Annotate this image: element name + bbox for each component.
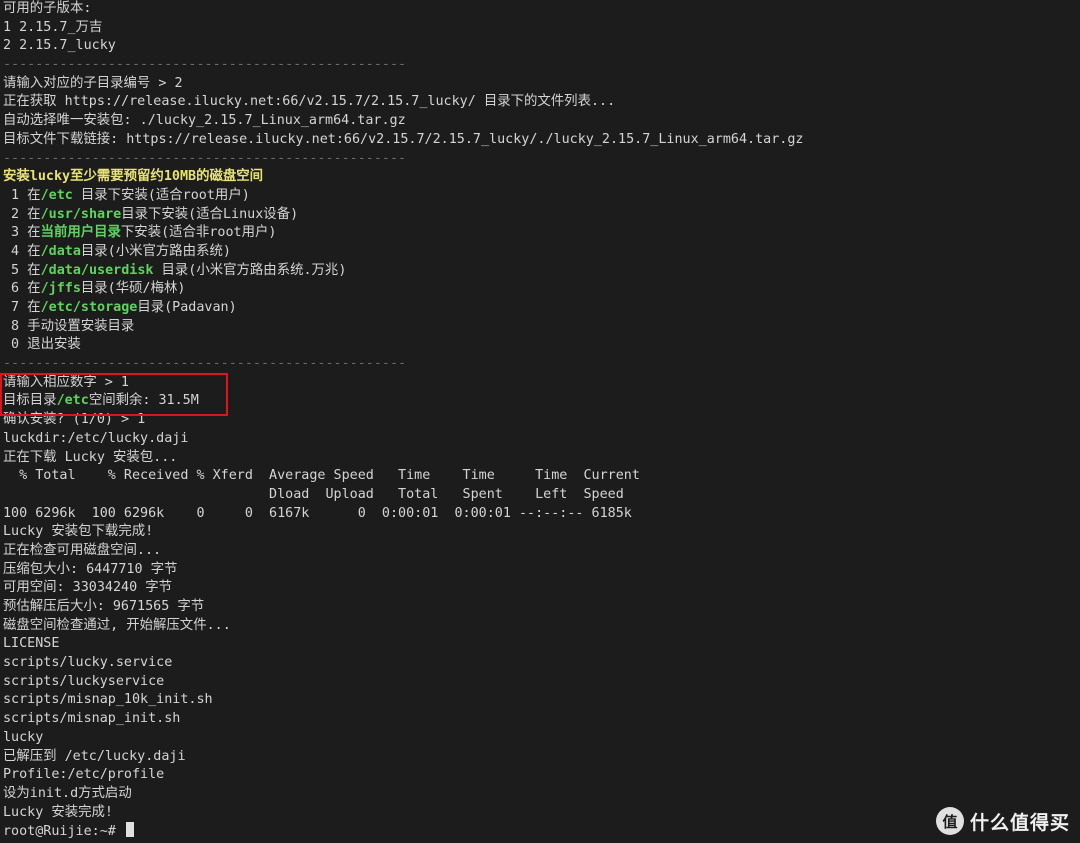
curl-progress-line: 100 6296k 100 6296k 0 0 6167k 0 0:00:01 …: [3, 505, 632, 521]
terminal-line: 设为init.d方式启动: [3, 785, 132, 801]
terminal-line: 确认安装? (1/0) > 1: [3, 412, 146, 428]
install-space-notice: 安装lucky至少需要预留约10MB的磁盘空间: [3, 169, 264, 185]
terminal-line: 2 2.15.7_lucky: [3, 38, 116, 54]
watermark: 值 什么值得买: [935, 807, 1070, 835]
terminal-line: 可用空间: 33034240 字节: [3, 580, 173, 596]
shell-prompt: root@Ruijie:~#: [3, 824, 116, 840]
terminal-line: 自动选择唯一安装包: ./lucky_2.15.7_Linux_arm64.ta…: [3, 113, 406, 129]
watermark-text: 什么值得买: [969, 811, 1070, 834]
install-option-0: 0 退出安装: [3, 337, 81, 353]
terminal-line: Lucky 安装完成!: [3, 804, 113, 820]
terminal-line: scripts/lucky.service: [3, 655, 173, 671]
terminal-line: scripts/misnap_10k_init.sh: [3, 692, 213, 708]
terminal-line: lucky: [3, 729, 44, 745]
terminal-line: luckdir:/etc/lucky.daji: [3, 430, 189, 446]
selection-prompt-line: 请输入相应数字 > 1: [3, 374, 129, 390]
install-option-7: 7 在/etc/storage目录(Padavan): [3, 300, 237, 315]
install-option-1: 1 在/etc 目录下安装(适合root用户): [3, 187, 250, 203]
terminal-line: 压缩包大小: 6447710 字节: [3, 561, 178, 577]
shell-prompt-line[interactable]: root@Ruijie:~#: [3, 822, 1080, 841]
terminal-line: 已解压到 /etc/lucky.daji: [3, 748, 186, 764]
curl-header-line: % Total % Received % Xferd Average Speed…: [3, 468, 640, 484]
install-option-3: 3 在当前用户目录下安装(适合非root用户): [3, 225, 277, 241]
terminal-line: 正在检查可用磁盘空间...: [3, 542, 162, 558]
terminal-line: 目标文件下载链接: https://release.ilucky.net:66/…: [3, 131, 804, 147]
separator-line: ----------------------------------------…: [3, 356, 407, 372]
terminal-output[interactable]: 可用的子版本: 1 2.15.7_万吉 2 2.15.7_lucky -----…: [3, 0, 1080, 843]
install-option-6: 6 在/jffs目录(华硕/梅林): [3, 281, 186, 297]
install-option-8: 8 手动设置安装目录: [3, 318, 135, 334]
install-option-5: 5 在/data/userdisk 目录(小米官方路由系统.万兆): [3, 262, 347, 278]
terminal-line: 请输入对应的子目录编号 > 2: [3, 75, 183, 91]
terminal-line: scripts/luckyservice: [3, 673, 165, 689]
terminal-line: 磁盘空间检查通过, 开始解压文件...: [3, 617, 231, 633]
terminal-line: 可用的子版本:: [3, 1, 92, 16]
terminal-line: 1 2.15.7_万吉: [3, 19, 103, 35]
install-option-4: 4 在/data目录(小米官方路由系统): [3, 243, 231, 259]
curl-header-line: Dload Upload Total Spent Left Speed: [3, 486, 624, 502]
terminal-line: scripts/misnap_init.sh: [3, 711, 181, 727]
terminal-line: 预估解压后大小: 9671565 字节: [3, 599, 205, 614]
terminal-line: LICENSE: [3, 636, 60, 652]
target-space-line: 目标目录/etc空间剩余: 31.5M: [3, 393, 199, 409]
terminal-line: Profile:/etc/profile: [3, 767, 165, 783]
terminal-line: 正在下载 Lucky 安装包...: [3, 449, 178, 465]
separator-line: ----------------------------------------…: [3, 57, 407, 73]
separator-line: ----------------------------------------…: [3, 150, 407, 166]
install-option-2: 2 在/usr/share目录下安装(适合Linux设备): [3, 206, 299, 222]
terminal-cursor: [125, 822, 134, 838]
terminal-line: Lucky 安装包下载完成!: [3, 524, 154, 540]
terminal-line: 正在获取 https://release.ilucky.net:66/v2.15…: [3, 94, 616, 110]
watermark-logo-icon: 值: [935, 807, 964, 835]
